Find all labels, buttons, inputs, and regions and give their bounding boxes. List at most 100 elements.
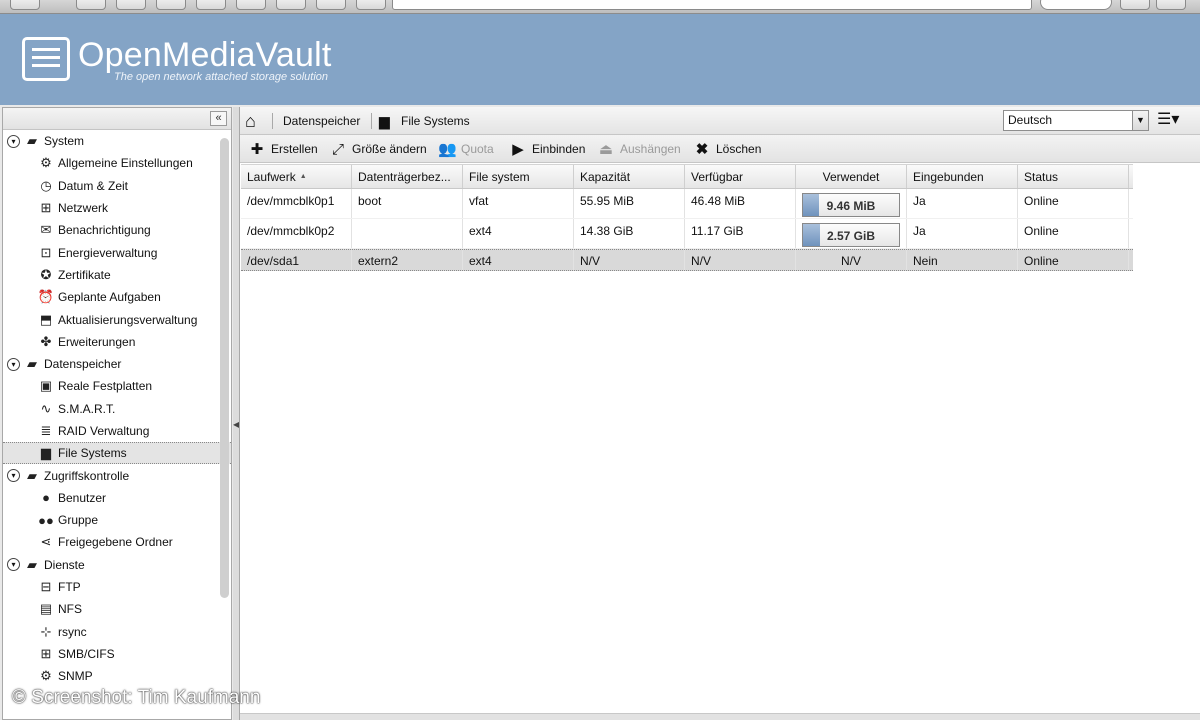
collapse-sidebar-button[interactable]: « [210, 111, 227, 126]
sidebar-item-label: SMB/CIFS [58, 646, 115, 661]
browser-button[interactable] [316, 0, 346, 10]
sidebar-item-label: Aktualisierungsverwaltung [58, 312, 198, 327]
sidebar-item-geplante-aufgaben[interactable]: ⏰ Geplante Aufgaben [3, 286, 231, 308]
sidebar-group-dienste[interactable]: ▾ ▰ Dienste [3, 554, 231, 576]
usage-progress-label: 2.57 GiB [826, 229, 876, 243]
browser-button[interactable] [116, 0, 146, 10]
browser-button[interactable] [1120, 0, 1150, 10]
cell-text: ext4 [469, 224, 492, 238]
cell-text: ext4 [469, 254, 492, 268]
collapse-toggle-icon[interactable]: ▾ [7, 558, 20, 572]
collapse-toggle-icon[interactable]: ▾ [7, 469, 20, 483]
sidebar-item-snmp[interactable]: ⚙ SNMP [3, 665, 231, 687]
cell-text: N/V [691, 254, 712, 268]
resize-button[interactable]: ⤢ Größe ändern [329, 135, 427, 163]
sidebar-item-aktualisierungsverwaltung[interactable]: ⬒ Aktualisierungsverwaltung [3, 308, 231, 330]
browser-edit-button[interactable] [76, 0, 106, 10]
unmount-button[interactable]: ⏏ Aushängen [597, 135, 681, 163]
mount-button[interactable]: ▶ Einbinden [509, 135, 585, 163]
sidebar-item-datum-zeit[interactable]: ◷ Datum & Zeit [3, 175, 231, 197]
main-menu-icon[interactable]: ☰▾ [1157, 111, 1179, 129]
paging-toolbar [240, 713, 1200, 720]
column-header[interactable]: Verwendet [796, 165, 907, 188]
sidebar-item-energieverwaltung[interactable]: ⊡ Energieverwaltung [3, 241, 231, 263]
sidebar-item-reale-festplatten[interactable]: ▣ Reale Festplatten [3, 375, 231, 397]
sidebar-item-ftp[interactable]: ⊟ FTP [3, 576, 231, 598]
sidebar-item-label: Gruppe [58, 513, 99, 528]
column-header[interactable]: Eingebunden [907, 165, 1018, 188]
folder-icon: ▆ [379, 113, 390, 129]
browser-button[interactable] [196, 0, 226, 10]
sidebar-item-allgemeine-einstellungen[interactable]: ⚙ Allgemeine Einstellungen [3, 152, 231, 174]
table-cell-status: Online [1018, 219, 1129, 248]
column-header[interactable]: Status [1018, 165, 1129, 188]
sidebar-group-datenspeicher[interactable]: ▾ ▰ Datenspeicher [3, 353, 231, 375]
table-cell-label: boot [352, 189, 463, 218]
sidebar-group-zugriffskontrolle[interactable]: ▾ ▰ Zugriffskontrolle [3, 464, 231, 486]
browser-search-box[interactable] [1040, 0, 1112, 10]
cell-text: /dev/mmcblk0p1 [247, 194, 335, 208]
sidebar-item-label: Erweiterungen [58, 334, 136, 349]
sidebar-item-benutzer[interactable]: ● Benutzer [3, 487, 231, 509]
home-icon[interactable]: ⌂ [245, 111, 256, 131]
column-header[interactable]: Laufwerk ▲ [241, 165, 352, 188]
browser-button[interactable] [1156, 0, 1186, 10]
table-row[interactable]: /dev/sda1 extern2 ext4 N/V N/V N/V Nein Online [241, 249, 1133, 271]
sidebar-item-file-systems[interactable]: ▆ File Systems [3, 442, 231, 465]
language-select[interactable]: Deutsch ▼ [1003, 110, 1149, 131]
puzzle-icon: ✤ [40, 333, 52, 349]
sidebar-item-label: Allgemeine Einstellungen [58, 156, 193, 171]
sidebar-scrollbar[interactable] [220, 138, 229, 598]
browser-button[interactable] [156, 0, 186, 10]
column-header[interactable]: Verfügbar [685, 165, 796, 188]
table-cell-used: 9.46 MiB [796, 189, 907, 218]
browser-url-bar[interactable] [392, 0, 1032, 10]
mount-button-label: Einbinden [532, 142, 586, 156]
sidebar-item-nfs[interactable]: ▤ NFS [3, 598, 231, 620]
collapse-toggle-icon[interactable]: ▾ [7, 134, 20, 148]
group-icon: 👥 [438, 141, 457, 158]
cell-text: 46.48 MiB [691, 194, 746, 208]
sidebar-item-netzwerk[interactable]: ⊞ Netzwerk [3, 197, 231, 219]
cell-text: Online [1024, 194, 1059, 208]
browser-button[interactable] [236, 0, 266, 10]
column-header[interactable]: Kapazität [574, 165, 685, 188]
app-subtitle: The open network attached storage soluti… [114, 71, 329, 83]
toolbar: ✚ Erstellen ⤢ Größe ändern 👥 Quota ▶ Ein… [240, 135, 1200, 163]
table-row[interactable]: /dev/mmcblk0p2 ext4 14.38 GiB 11.17 GiB 2.57… [241, 219, 1133, 249]
sidebar-item-smb-cifs[interactable]: ⊞ SMB/CIFS [3, 643, 231, 665]
column-header-label: Kapazität [580, 169, 631, 184]
breadcrumb-file-systems[interactable]: File Systems [401, 114, 470, 128]
nfs-icon: ▤ [39, 601, 53, 617]
create-button[interactable]: ✚ Erstellen [248, 135, 318, 163]
group-icon: ●● [38, 512, 54, 528]
sidebar-item-gruppe[interactable]: ●● Gruppe [3, 509, 231, 531]
sidebar-item-label: Energieverwaltung [58, 245, 158, 260]
column-header[interactable]: Datenträgerbez... [352, 165, 463, 188]
column-header[interactable]: File system [463, 165, 574, 188]
browser-button[interactable] [356, 0, 386, 10]
column-header-label: File system [469, 169, 530, 184]
delete-button[interactable]: ✖ Löschen [693, 135, 762, 163]
folder-open-icon: ▰ [27, 556, 37, 572]
chevron-down-icon[interactable]: ▼ [1132, 111, 1148, 130]
sidebar-item-freigegebene-ordner[interactable]: ⋖ Freigegebene Ordner [3, 531, 231, 553]
sidebar-item-rsync[interactable]: ⊹ rsync [3, 621, 231, 643]
browser-back-button[interactable] [10, 0, 40, 10]
collapse-toggle-icon[interactable]: ▾ [7, 357, 20, 371]
folder-open-icon: ▰ [27, 356, 37, 372]
sidebar-item-zertifikate[interactable]: ✪ Zertifikate [3, 264, 231, 286]
sidebar-group-system[interactable]: ▾ ▰ System [3, 130, 231, 152]
browser-button[interactable] [276, 0, 306, 10]
breadcrumb-datenspeicher[interactable]: Datenspeicher [283, 114, 360, 128]
table-row[interactable]: /dev/mmcblk0p1 boot vfat 55.95 MiB 46.48 MiB… [241, 189, 1133, 219]
table-cell-label [352, 219, 463, 248]
column-header-label: Datenträgerbez... [358, 169, 451, 184]
sidebar-item-benachrichtigung[interactable]: ✉ Benachrichtigung [3, 219, 231, 241]
table-cell-capacity: N/V [574, 250, 685, 270]
quota-button[interactable]: 👥 Quota [438, 135, 494, 163]
file-systems-grid: Laufwerk ▲ Datenträgerbez... File system Kap… [241, 164, 1133, 271]
sidebar-item-s-m-a-r-t[interactable]: ∿ S.M.A.R.T. [3, 398, 231, 420]
sidebar-item-erweiterungen[interactable]: ✤ Erweiterungen [3, 331, 231, 353]
sidebar-item-raid-verwaltung[interactable]: ≣ RAID Verwaltung [3, 420, 231, 442]
